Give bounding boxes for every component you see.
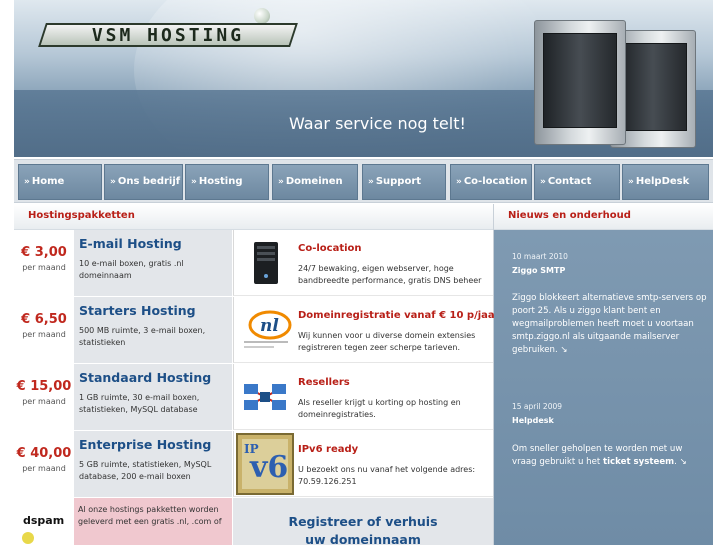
package-email-hosting[interactable]: € 3,00 per maand E-mail Hosting 10 e-mai… — [14, 230, 232, 296]
service-co-location[interactable]: Co-location 24/7 bewaking, eigen webserv… — [233, 230, 493, 296]
nav-label: Domeinen — [285, 176, 343, 187]
package-name[interactable]: E-mail Hosting — [79, 236, 228, 251]
package-starters-hosting[interactable]: € 6,50 per maand Starters Hosting 500 MB… — [14, 297, 232, 363]
package-enterprise-hosting[interactable]: € 40,00 per maand Enterprise Hosting 5 G… — [14, 431, 232, 497]
nav-item-helpdesk[interactable]: » HelpDesk — [622, 164, 709, 200]
main-nav: » Home » Ons bedrijf » Hosting » Domeinen » S… — [14, 159, 713, 203]
service-resellers[interactable]: Resellers Als reseller krijgt u korting … — [233, 364, 493, 430]
news-title[interactable]: Ziggo SMTP — [512, 266, 565, 275]
news-text: Ziggo blokkeert alternatieve smtp-server… — [512, 293, 707, 355]
svg-text:IP: IP — [244, 442, 259, 456]
service-text: U bezoekt ons nu vanaf het volgende adre… — [298, 465, 476, 486]
chevron-right-icon: » — [110, 177, 116, 187]
news-text: Om sneller geholpen te worden met uw vra… — [512, 443, 708, 469]
package-price: € 15,00 — [16, 379, 72, 394]
tagline: Waar service nog telt! — [289, 114, 466, 133]
package-period: per maand — [22, 464, 66, 473]
logo-ball-icon — [254, 8, 270, 24]
nav-item-co-location[interactable]: » Co-location — [450, 164, 532, 200]
package-desc: 5 GB ruimte, statistieken, MySQL databas… — [79, 460, 212, 481]
package-desc: 1 GB ruimte, 30 e-mail boxen, statistiek… — [79, 393, 200, 414]
page: VSM HOSTING Waar service nog telt! » Home… — [14, 0, 713, 545]
package-standaard-hosting[interactable]: € 15,00 per maand Standaard Hosting 1 GB… — [14, 364, 232, 430]
nav-item-contact[interactable]: » Contact — [534, 164, 620, 200]
nav-label: Co-location — [463, 176, 528, 187]
price-box: € 15,00 per maand — [14, 364, 74, 430]
package-info: E-mail Hosting 10 e-mail boxen, gratis .… — [74, 230, 232, 296]
package-period: per maand — [22, 263, 66, 272]
chevron-right-icon: » — [24, 177, 30, 187]
news-panel: 10 maart 2010 Ziggo SMTP Ziggo blokkeert… — [494, 230, 713, 545]
service-ipv6[interactable]: v6 IP IPv6 ready U bezoekt ons nu vanaf h… — [233, 431, 493, 497]
price-box: € 6,50 per maand — [14, 297, 74, 363]
package-price: € 6,50 — [21, 312, 67, 327]
service-title[interactable]: Co-location — [298, 243, 362, 254]
ticket-system-link[interactable]: ticket systeem — [603, 457, 674, 467]
service-title[interactable]: Resellers — [298, 377, 350, 388]
chevron-right-icon: » — [456, 177, 462, 187]
nav-label: Hosting — [198, 176, 243, 187]
nav-label: Home — [31, 176, 65, 187]
service-title[interactable]: Domeinregistratie vanaf € 10 p/jaar — [298, 310, 500, 321]
package-name[interactable]: Standaard Hosting — [79, 370, 228, 385]
package-name[interactable]: Enterprise Hosting — [79, 437, 228, 452]
site-logo[interactable]: VSM HOSTING — [38, 23, 298, 47]
package-desc: 10 e-mail boxen, gratis .nl domeinnaam — [79, 259, 184, 280]
package-price: € 3,00 — [21, 245, 67, 260]
news-text-part: . ↘ — [674, 457, 687, 467]
svg-text:dspam: dspam — [23, 514, 64, 527]
service-title[interactable]: IPv6 ready — [298, 444, 358, 455]
dspam-logo: dspam — [14, 498, 74, 545]
server-icon — [534, 20, 626, 145]
nav-label: Support — [375, 176, 422, 187]
package-name[interactable]: Starters Hosting — [79, 303, 228, 318]
register-line-1: Registreer of verhuis — [288, 514, 438, 529]
chevron-right-icon: » — [278, 177, 284, 187]
package-period: per maand — [22, 397, 66, 406]
price-box: € 3,00 per maand — [14, 230, 74, 296]
news-heading: Nieuws en onderhoud — [494, 204, 713, 230]
nav-item-hosting[interactable]: » Hosting — [185, 164, 269, 200]
chevron-right-icon: » — [540, 177, 546, 187]
service-domeinregistratie[interactable]: nl Domeinregistratie vanaf € 10 p/jaar W… — [233, 297, 500, 363]
package-price: € 40,00 — [16, 446, 72, 461]
ipv6-icon: v6 IP — [236, 433, 294, 495]
chevron-right-icon: » — [191, 177, 197, 187]
header-banner: VSM HOSTING Waar service nog telt! — [14, 0, 713, 157]
nav-item-ons-bedrijf[interactable]: » Ons bedrijf — [104, 164, 183, 200]
register-line-2: uw domeinnaam — [305, 532, 421, 545]
nav-item-home[interactable]: » Home — [18, 164, 102, 200]
nav-item-domeinen[interactable]: » Domeinen — [272, 164, 358, 200]
service-text: 24/7 bewaking, eigen webserver, hoge ban… — [298, 264, 482, 285]
package-note: Al onze hostings pakketten worden geleve… — [74, 498, 232, 545]
package-info: Starters Hosting 500 MB ruimte, 3 e-mail… — [74, 297, 232, 363]
chevron-right-icon: » — [628, 177, 634, 187]
service-text: Wij kunnen voor u diverse domein extensi… — [298, 331, 476, 352]
package-info: Standaard Hosting 1 GB ruimte, 30 e-mail… — [74, 364, 232, 430]
register-domain-banner[interactable]: Registreer of verhuis uw domeinnaam — [233, 498, 493, 545]
service-text: Als reseller krijgt u korting op hosting… — [298, 398, 461, 419]
packages-heading: Hostingspakketten — [14, 204, 493, 230]
network-icon — [240, 372, 292, 422]
news-date: 10 maart 2010 — [512, 252, 568, 261]
svg-text:nl: nl — [260, 316, 279, 336]
nav-label: Ons bedrijf — [117, 176, 181, 187]
news-title[interactable]: Helpdesk — [512, 416, 554, 425]
nav-label: HelpDesk — [635, 176, 690, 187]
logo-text: VSM HOSTING — [91, 24, 245, 46]
package-info: Enterprise Hosting 5 GB ruimte, statisti… — [74, 431, 232, 497]
package-period: per maand — [22, 330, 66, 339]
price-box: € 40,00 per maand — [14, 431, 74, 497]
nav-label: Contact — [547, 176, 592, 187]
nav-item-support[interactable]: » Support — [362, 164, 446, 200]
nl-domain-icon: nl — [240, 305, 292, 355]
chevron-right-icon: » — [368, 177, 374, 187]
package-desc: 500 MB ruimte, 3 e-mail boxen, statistie… — [79, 326, 206, 347]
server-icon — [240, 238, 292, 288]
news-date: 15 april 2009 — [512, 402, 563, 411]
